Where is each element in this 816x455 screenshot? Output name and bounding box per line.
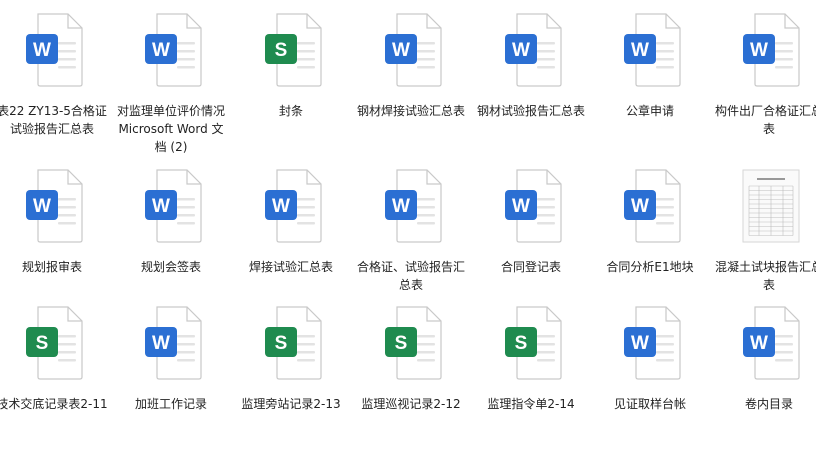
file-name-label: 见证取样台帐: [613, 397, 686, 411]
file-name-label: 加班工作记录: [134, 397, 207, 411]
file-name-label: 钢材试验报告汇总表: [476, 104, 585, 118]
file-item[interactable]: S 监理巡视记录2-12: [355, 305, 467, 455]
svg-text:W: W: [750, 40, 768, 61]
svg-text:S: S: [395, 333, 408, 354]
file-item[interactable]: W 合格证、试验报告汇总表: [355, 168, 467, 318]
word-doc-icon: W: [383, 12, 443, 88]
word-doc-icon: W: [143, 12, 203, 88]
file-item[interactable]: W 公章申请: [594, 12, 706, 162]
svg-text:W: W: [750, 333, 768, 354]
file-name-label: 对监理单位评价情况 Microsoft Word 文档 (2): [116, 104, 225, 154]
file-item[interactable]: W 合同登记表: [475, 168, 587, 318]
word-doc-icon: W: [622, 168, 682, 244]
word-doc-icon: W: [24, 12, 84, 88]
file-name-label: 钢材焊接试验汇总表: [356, 104, 465, 118]
file-item[interactable]: W 规划会签表: [115, 168, 227, 318]
file-name-label: 监理指令单2-14: [487, 397, 575, 411]
word-doc-icon: W: [143, 168, 203, 244]
spreadsheet-doc-icon: S: [503, 305, 563, 381]
svg-text:W: W: [512, 196, 530, 217]
word-doc-icon: W: [24, 168, 84, 244]
file-item[interactable]: S 监理指令单2-14: [475, 305, 587, 455]
file-item[interactable]: W 表22 ZY13-5合格证试验报告汇总表: [0, 12, 108, 162]
file-item[interactable]: S 技术交底记录表2-11: [0, 305, 108, 455]
svg-text:S: S: [275, 40, 288, 61]
file-item[interactable]: W 钢材焊接试验汇总表: [355, 12, 467, 162]
spreadsheet-doc-icon: S: [24, 305, 84, 381]
file-item[interactable]: 混凝土试块报告汇总表: [713, 168, 816, 318]
word-doc-icon: W: [741, 305, 801, 381]
svg-text:W: W: [152, 333, 170, 354]
word-doc-icon: W: [503, 12, 563, 88]
spreadsheet-doc-icon: S: [383, 305, 443, 381]
file-name-label: 合同分析E1地块: [606, 260, 694, 274]
file-name-label: 焊接试验汇总表: [248, 260, 333, 274]
file-name-label: 构件出厂合格证汇总表: [714, 104, 816, 136]
svg-text:S: S: [275, 333, 288, 354]
file-name-label: 规划会签表: [140, 260, 201, 274]
file-item[interactable]: S 监理旁站记录2-13: [235, 305, 347, 455]
svg-text:W: W: [33, 40, 51, 61]
file-name-label: 监理巡视记录2-12: [361, 397, 461, 411]
file-item[interactable]: W 见证取样台帐: [594, 305, 706, 455]
word-doc-icon: W: [143, 305, 203, 381]
svg-text:W: W: [631, 333, 649, 354]
svg-text:S: S: [36, 333, 49, 354]
file-item[interactable]: W 规划报审表: [0, 168, 108, 318]
svg-text:S: S: [515, 333, 528, 354]
word-doc-icon: W: [383, 168, 443, 244]
svg-text:W: W: [152, 40, 170, 61]
file-name-label: 合同登记表: [500, 260, 561, 274]
word-doc-icon: W: [263, 168, 323, 244]
file-item[interactable]: W 构件出厂合格证汇总表: [713, 12, 816, 162]
word-doc-icon: W: [622, 305, 682, 381]
svg-text:W: W: [631, 40, 649, 61]
file-name-label: 封条: [278, 104, 303, 118]
svg-text:W: W: [392, 40, 410, 61]
file-name-label: 合格证、试验报告汇总表: [356, 260, 465, 292]
svg-text:W: W: [152, 196, 170, 217]
file-name-label: 卷内目录: [744, 397, 793, 411]
file-name-label: 技术交底记录表2-11: [0, 397, 108, 411]
file-name-label: 监理旁站记录2-13: [241, 397, 341, 411]
svg-text:W: W: [631, 196, 649, 217]
file-item[interactable]: W 合同分析E1地块: [594, 168, 706, 318]
svg-text:W: W: [512, 40, 530, 61]
file-item[interactable]: S 封条: [235, 12, 347, 162]
file-name-label: 公章申请: [625, 104, 674, 118]
document-thumbnail-icon: [741, 168, 801, 244]
svg-text:W: W: [272, 196, 290, 217]
file-item[interactable]: W 钢材试验报告汇总表: [475, 12, 587, 162]
spreadsheet-doc-icon: S: [263, 12, 323, 88]
file-item[interactable]: W 焊接试验汇总表: [235, 168, 347, 318]
svg-text:W: W: [33, 196, 51, 217]
file-name-label: 混凝土试块报告汇总表: [714, 260, 816, 292]
spreadsheet-doc-icon: S: [263, 305, 323, 381]
word-doc-icon: W: [741, 12, 801, 88]
word-doc-icon: W: [503, 168, 563, 244]
file-item[interactable]: W 对监理单位评价情况 Microsoft Word 文档 (2): [115, 12, 227, 162]
file-name-label: 表22 ZY13-5合格证试验报告汇总表: [0, 104, 107, 136]
file-item[interactable]: W 加班工作记录: [115, 305, 227, 455]
file-item[interactable]: W 卷内目录: [713, 305, 816, 455]
file-name-label: 规划报审表: [21, 260, 82, 274]
svg-text:W: W: [392, 196, 410, 217]
word-doc-icon: W: [622, 12, 682, 88]
